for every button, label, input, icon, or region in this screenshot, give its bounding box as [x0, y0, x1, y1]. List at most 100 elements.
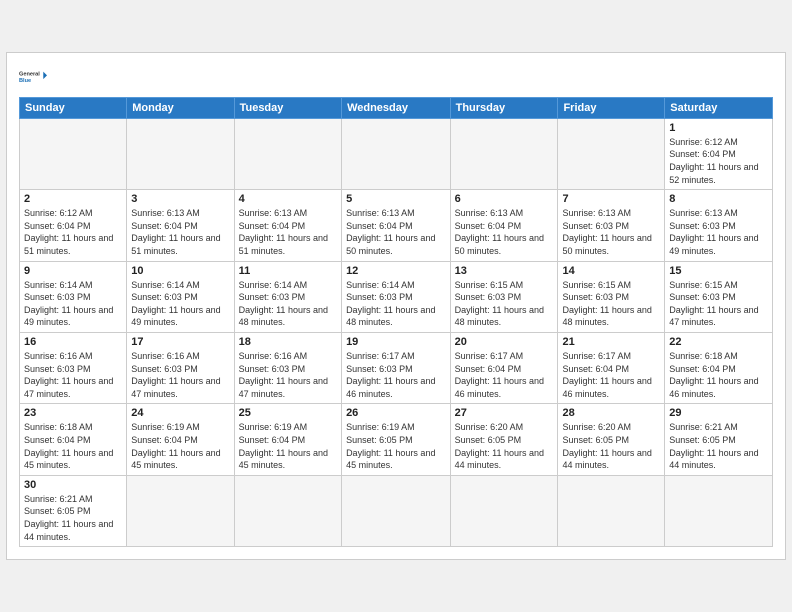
day-header-friday: Friday — [558, 97, 665, 118]
day-info: Sunrise: 6:19 AMSunset: 6:05 PMDaylight:… — [346, 421, 446, 471]
day-info: Sunrise: 6:18 AMSunset: 6:04 PMDaylight:… — [24, 421, 122, 471]
day-number: 2 — [24, 193, 122, 205]
day-header-monday: Monday — [127, 97, 234, 118]
calendar-header-row: SundayMondayTuesdayWednesdayThursdayFrid… — [20, 97, 773, 118]
day-number: 9 — [24, 265, 122, 277]
calendar-cell: 17Sunrise: 6:16 AMSunset: 6:03 PMDayligh… — [127, 333, 234, 404]
calendar-table: SundayMondayTuesdayWednesdayThursdayFrid… — [19, 97, 773, 547]
day-info: Sunrise: 6:15 AMSunset: 6:03 PMDaylight:… — [669, 279, 768, 329]
day-header-thursday: Thursday — [450, 97, 558, 118]
day-info: Sunrise: 6:12 AMSunset: 6:04 PMDaylight:… — [669, 136, 768, 186]
day-number: 14 — [562, 265, 660, 277]
day-info: Sunrise: 6:13 AMSunset: 6:04 PMDaylight:… — [239, 207, 337, 257]
day-number: 13 — [455, 265, 554, 277]
day-info: Sunrise: 6:18 AMSunset: 6:04 PMDaylight:… — [669, 350, 768, 400]
day-info: Sunrise: 6:13 AMSunset: 6:03 PMDaylight:… — [562, 207, 660, 257]
day-info: Sunrise: 6:15 AMSunset: 6:03 PMDaylight:… — [562, 279, 660, 329]
calendar-cell: 5 Sunrise: 6:13 AMSunset: 6:04 PMDaylight… — [342, 190, 451, 261]
day-info: Sunrise: 6:13 AMSunset: 6:04 PMDaylight:… — [455, 207, 554, 257]
calendar-cell: 20Sunrise: 6:17 AMSunset: 6:04 PMDayligh… — [450, 333, 558, 404]
calendar-cell — [342, 118, 451, 189]
day-number: 29 — [669, 407, 768, 419]
calendar-week-4: 23 Sunrise: 6:18 AMSunset: 6:04 PMDayligh… — [20, 404, 773, 475]
day-number: 10 — [131, 265, 229, 277]
calendar-week-3: 16 Sunrise: 6:16 AMSunset: 6:03 PMDayligh… — [20, 333, 773, 404]
calendar-cell — [558, 118, 665, 189]
calendar-cell: 16 Sunrise: 6:16 AMSunset: 6:03 PMDayligh… — [20, 333, 127, 404]
day-number: 3 — [131, 193, 229, 205]
calendar-cell — [342, 475, 451, 546]
calendar-cell: 24Sunrise: 6:19 AMSunset: 6:04 PMDayligh… — [127, 404, 234, 475]
day-number: 21 — [562, 336, 660, 348]
day-info: Sunrise: 6:14 AMSunset: 6:03 PMDaylight:… — [131, 279, 229, 329]
day-number: 1 — [669, 122, 768, 134]
calendar-cell: 12Sunrise: 6:14 AMSunset: 6:03 PMDayligh… — [342, 261, 451, 332]
calendar-cell: 27Sunrise: 6:20 AMSunset: 6:05 PMDayligh… — [450, 404, 558, 475]
day-number: 30 — [24, 479, 122, 491]
calendar-cell: 1 Sunrise: 6:12 AMSunset: 6:04 PMDaylight… — [665, 118, 773, 189]
day-header-sunday: Sunday — [20, 97, 127, 118]
day-number: 4 — [239, 193, 337, 205]
day-info: Sunrise: 6:21 AMSunset: 6:05 PMDaylight:… — [24, 493, 122, 543]
day-number: 6 — [455, 193, 554, 205]
calendar-cell: 13Sunrise: 6:15 AMSunset: 6:03 PMDayligh… — [450, 261, 558, 332]
calendar-cell — [450, 475, 558, 546]
day-info: Sunrise: 6:19 AMSunset: 6:04 PMDaylight:… — [131, 421, 229, 471]
day-info: Sunrise: 6:13 AMSunset: 6:04 PMDaylight:… — [131, 207, 229, 257]
calendar-header: General Blue — [19, 63, 773, 91]
day-header-tuesday: Tuesday — [234, 97, 341, 118]
calendar-cell: 4 Sunrise: 6:13 AMSunset: 6:04 PMDaylight… — [234, 190, 341, 261]
day-number: 7 — [562, 193, 660, 205]
calendar-cell — [450, 118, 558, 189]
day-info: Sunrise: 6:17 AMSunset: 6:03 PMDaylight:… — [346, 350, 446, 400]
svg-text:Blue: Blue — [19, 78, 31, 84]
calendar-cell: 21Sunrise: 6:17 AMSunset: 6:04 PMDayligh… — [558, 333, 665, 404]
day-info: Sunrise: 6:19 AMSunset: 6:04 PMDaylight:… — [239, 421, 337, 471]
day-number: 15 — [669, 265, 768, 277]
day-number: 25 — [239, 407, 337, 419]
calendar-cell: 8 Sunrise: 6:13 AMSunset: 6:03 PMDaylight… — [665, 190, 773, 261]
calendar-cell: 19 Sunrise: 6:17 AMSunset: 6:03 PMDayligh… — [342, 333, 451, 404]
calendar-cell: 18Sunrise: 6:16 AMSunset: 6:03 PMDayligh… — [234, 333, 341, 404]
calendar-cell — [127, 475, 234, 546]
calendar-week-0: 1 Sunrise: 6:12 AMSunset: 6:04 PMDaylight… — [20, 118, 773, 189]
day-info: Sunrise: 6:21 AMSunset: 6:05 PMDaylight:… — [669, 421, 768, 471]
day-number: 23 — [24, 407, 122, 419]
calendar-cell — [234, 118, 341, 189]
calendar-cell: 6 Sunrise: 6:13 AMSunset: 6:04 PMDaylight… — [450, 190, 558, 261]
svg-text:General: General — [19, 71, 40, 77]
day-info: Sunrise: 6:20 AMSunset: 6:05 PMDaylight:… — [455, 421, 554, 471]
logo: General Blue — [19, 63, 47, 91]
calendar-cell: 2 Sunrise: 6:12 AMSunset: 6:04 PMDaylight… — [20, 190, 127, 261]
calendar-week-2: 9 Sunrise: 6:14 AMSunset: 6:03 PMDaylight… — [20, 261, 773, 332]
day-info: Sunrise: 6:13 AMSunset: 6:03 PMDaylight:… — [669, 207, 768, 257]
day-info: Sunrise: 6:17 AMSunset: 6:04 PMDaylight:… — [455, 350, 554, 400]
day-info: Sunrise: 6:16 AMSunset: 6:03 PMDaylight:… — [24, 350, 122, 400]
day-number: 8 — [669, 193, 768, 205]
calendar-cell: 22Sunrise: 6:18 AMSunset: 6:04 PMDayligh… — [665, 333, 773, 404]
calendar-cell: 7 Sunrise: 6:13 AMSunset: 6:03 PMDaylight… — [558, 190, 665, 261]
day-number: 18 — [239, 336, 337, 348]
calendar-cell: 14 Sunrise: 6:15 AMSunset: 6:03 PMDayligh… — [558, 261, 665, 332]
calendar-cell — [20, 118, 127, 189]
calendar-week-1: 2 Sunrise: 6:12 AMSunset: 6:04 PMDaylight… — [20, 190, 773, 261]
calendar-cell: 11Sunrise: 6:14 AMSunset: 6:03 PMDayligh… — [234, 261, 341, 332]
calendar-week-5: 30 Sunrise: 6:21 AMSunset: 6:05 PMDayligh… — [20, 475, 773, 546]
day-number: 17 — [131, 336, 229, 348]
calendar-cell — [127, 118, 234, 189]
day-number: 5 — [346, 193, 446, 205]
day-number: 16 — [24, 336, 122, 348]
day-info: Sunrise: 6:20 AMSunset: 6:05 PMDaylight:… — [562, 421, 660, 471]
day-number: 28 — [562, 407, 660, 419]
logo-icon: General Blue — [19, 63, 47, 91]
day-header-wednesday: Wednesday — [342, 97, 451, 118]
calendar-container: General Blue SundayMondayTuesdayWednesda… — [6, 52, 786, 560]
calendar-cell: 25 Sunrise: 6:19 AMSunset: 6:04 PMDayligh… — [234, 404, 341, 475]
day-info: Sunrise: 6:13 AMSunset: 6:04 PMDaylight:… — [346, 207, 446, 257]
day-number: 19 — [346, 336, 446, 348]
day-info: Sunrise: 6:12 AMSunset: 6:04 PMDaylight:… — [24, 207, 122, 257]
day-info: Sunrise: 6:14 AMSunset: 6:03 PMDaylight:… — [346, 279, 446, 329]
day-number: 11 — [239, 265, 337, 277]
calendar-cell: 3 Sunrise: 6:13 AMSunset: 6:04 PMDaylight… — [127, 190, 234, 261]
calendar-cell: 23 Sunrise: 6:18 AMSunset: 6:04 PMDayligh… — [20, 404, 127, 475]
